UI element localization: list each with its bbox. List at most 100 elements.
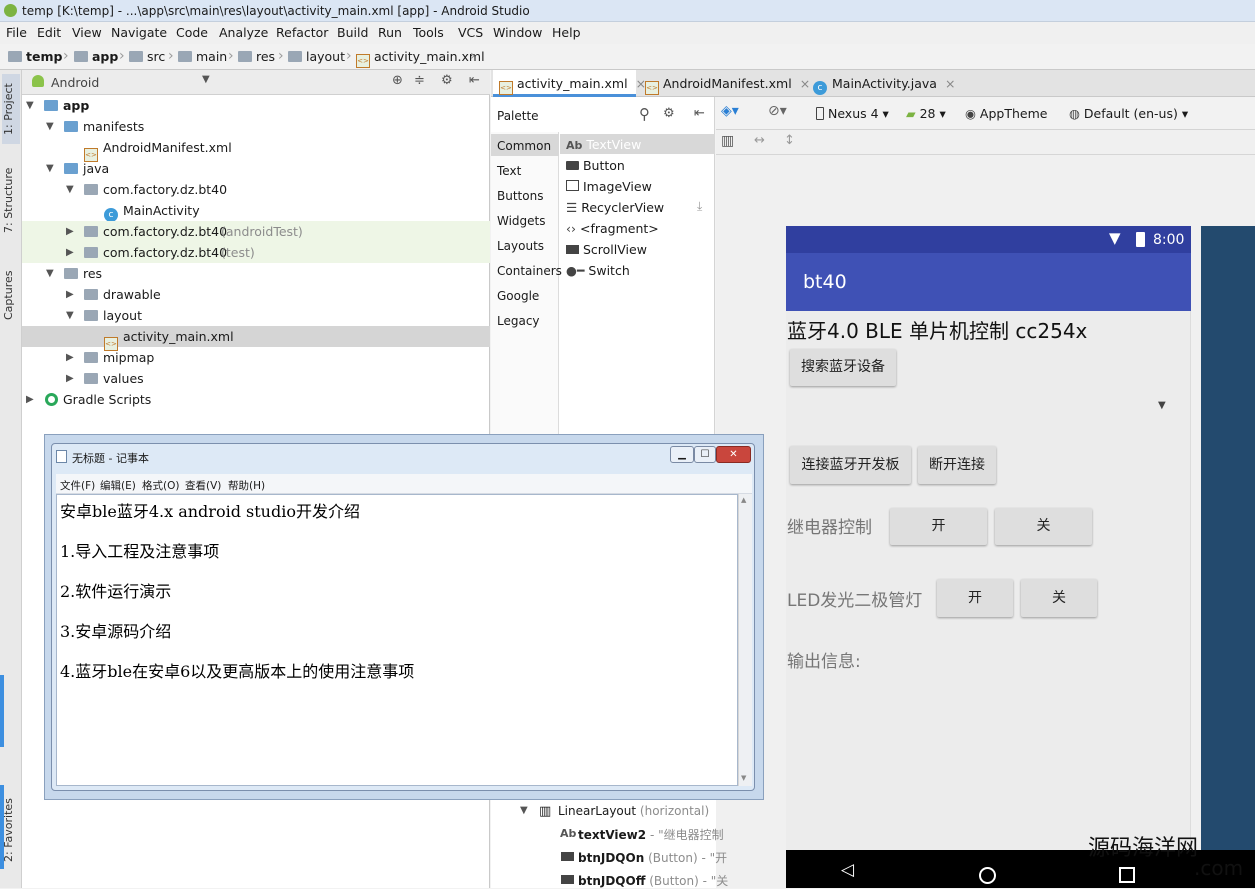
tree-item-java[interactable]: ▼ java [22, 158, 490, 179]
locale-selector[interactable]: ◍ Default (en-us) ▾ [1069, 106, 1188, 121]
scroll-down-icon[interactable]: ▼ [741, 774, 746, 782]
tree-item-androidmanifest[interactable]: <> AndroidManifest.xml [22, 137, 490, 162]
menu-tools[interactable]: Tools [413, 25, 444, 40]
tree-item-activity-main[interactable]: <> activity_main.xml [22, 326, 490, 351]
blueprint-off-icon[interactable]: ⊘▾ [768, 103, 787, 119]
captures-tool-tab[interactable]: Captures [2, 260, 20, 330]
project-tool-tab[interactable]: 1: Project [2, 74, 20, 144]
breadcrumb-layout[interactable]: layout [288, 49, 345, 64]
scroll-up-icon[interactable]: ▲ [741, 496, 746, 504]
menu-edit[interactable]: Edit [37, 25, 61, 40]
breadcrumb-temp[interactable]: temp [8, 49, 62, 64]
spinner-dropdown-icon[interactable]: ▼ [1158, 400, 1166, 411]
search-icon[interactable]: ⚲ [639, 105, 650, 123]
tree-item-mainactivity[interactable]: c MainActivity [22, 200, 490, 222]
tree-item-res[interactable]: ▼ res [22, 263, 490, 284]
palette-category-text[interactable]: Text [497, 164, 521, 178]
palette-category-buttons[interactable]: Buttons [497, 189, 543, 203]
tree-btnjdqon[interactable]: btnJDQOn (Button) - "开 [578, 849, 727, 866]
structure-tool-tab[interactable]: 7: Structure [2, 160, 20, 240]
home-icon[interactable] [979, 867, 996, 884]
tree-item-values[interactable]: ▶ values [22, 368, 490, 389]
notepad-menu-file[interactable]: 文件(F) [60, 478, 95, 493]
tree-item-gradle-scripts[interactable]: ▶ Gradle Scripts [22, 389, 490, 410]
led-on-button[interactable]: 开 [937, 579, 1013, 617]
collapse-icon[interactable]: ≑ [414, 73, 425, 88]
led-off-button[interactable]: 关 [1021, 579, 1097, 617]
palette-item-scrollview[interactable]: ScrollView [566, 242, 647, 257]
breadcrumb-res[interactable]: res [238, 49, 275, 64]
search-bluetooth-button[interactable]: 搜索蓝牙设备 [790, 349, 896, 386]
chevron-down-icon[interactable]: ▼ [202, 74, 210, 85]
palette-item-button[interactable]: Button [566, 158, 625, 173]
api-selector[interactable]: ▰ 28 ▾ [906, 106, 946, 121]
menu-analyze[interactable]: Analyze [219, 25, 268, 40]
columns-icon[interactable]: ▥ [721, 133, 734, 149]
connect-board-button[interactable]: 连接蓝牙开发板 [790, 446, 911, 484]
tree-textview2[interactable]: textView2 - "继电器控制 [578, 826, 724, 843]
notepad-text-area[interactable]: 安卓ble蓝牙4.x android studio开发介绍 1.导入工程及注意事… [56, 494, 738, 786]
palette-item-imageview[interactable]: ImageView [566, 179, 652, 194]
breadcrumb-main[interactable]: main [178, 49, 227, 64]
tree-item-package[interactable]: ▼ com.factory.dz.bt40 [22, 179, 490, 200]
notepad-menu-view[interactable]: 查看(V) [185, 478, 221, 493]
close-icon[interactable]: × [945, 76, 955, 91]
tab-activity-main[interactable]: <> activity_main.xml × [493, 70, 646, 97]
menu-code[interactable]: Code [176, 25, 208, 40]
menu-vcs[interactable]: VCS [458, 25, 483, 40]
minimize-button[interactable]: ▁ [670, 446, 694, 463]
relay-on-button[interactable]: 开 [890, 508, 987, 545]
device-selector[interactable]: Nexus 4 ▾ [816, 106, 889, 121]
download-icon[interactable]: ⤓ [697, 199, 702, 214]
menu-file[interactable]: File [6, 25, 27, 40]
tree-item-package-test[interactable]: ▶ com.factory.dz.bt40 (test) [22, 242, 490, 263]
locate-icon[interactable]: ⊕ [392, 73, 403, 88]
notepad-menu-edit[interactable]: 编辑(E) [100, 478, 136, 493]
relay-off-button[interactable]: 关 [995, 508, 1092, 545]
palette-category-legacy[interactable]: Legacy [497, 314, 540, 328]
menu-navigate[interactable]: Navigate [111, 25, 167, 40]
palette-category-widgets[interactable]: Widgets [497, 214, 546, 228]
maximize-button[interactable]: ☐ [694, 446, 716, 463]
breadcrumb-src[interactable]: src [129, 49, 165, 64]
project-view-selector[interactable]: Android [51, 75, 99, 90]
tree-item-layout[interactable]: ▼ layout [22, 305, 490, 326]
palette-item-fragment[interactable]: ‹› <fragment> [566, 221, 659, 236]
palette-category-containers[interactable]: Containers [497, 264, 562, 278]
favorites-tool-tab[interactable]: 2: Favorites [2, 790, 20, 870]
menu-window[interactable]: Window [493, 25, 542, 40]
tree-item-drawable[interactable]: ▶ drawable [22, 284, 490, 305]
breadcrumb-app[interactable]: app [74, 49, 118, 64]
resize-vertical-icon[interactable]: ↕ [784, 133, 795, 148]
breadcrumb-activity-main[interactable]: <> activity_main.xml [356, 49, 485, 68]
hide-panel-icon[interactable]: ⇤ [469, 73, 480, 88]
layers-icon[interactable]: ◈▾ [721, 103, 739, 119]
theme-selector[interactable]: ◉ AppTheme [965, 106, 1047, 121]
tab-android-manifest[interactable]: <> AndroidManifest.xml × [639, 70, 810, 97]
menu-help[interactable]: Help [552, 25, 581, 40]
notepad-menu-format[interactable]: 格式(O) [142, 478, 179, 493]
tab-main-activity[interactable]: c MainActivity.java × [807, 70, 955, 97]
palette-category-google[interactable]: Google [497, 289, 539, 303]
notepad-scrollbar[interactable]: ▲ ▼ [738, 494, 752, 786]
tree-item-manifests[interactable]: ▼ manifests [22, 116, 490, 137]
palette-category-layouts[interactable]: Layouts [497, 239, 544, 253]
notepad-menu-help[interactable]: 帮助(H) [228, 478, 265, 493]
disconnect-button[interactable]: 断开连接 [918, 446, 996, 484]
menu-run[interactable]: Run [378, 25, 402, 40]
tree-item-mipmap[interactable]: ▶ mipmap [22, 347, 490, 368]
close-button[interactable]: ✕ [716, 446, 751, 463]
chevron-down-icon[interactable]: ▼ [520, 805, 528, 816]
tree-item-package-androidtest[interactable]: ▶ com.factory.dz.bt40 (androidTest) [22, 221, 490, 242]
resize-horizontal-icon[interactable]: ↔ [754, 133, 765, 148]
tree-linearlayout[interactable]: LinearLayout (horizontal) [558, 804, 709, 818]
palette-category-common[interactable]: Common [497, 139, 551, 153]
menu-view[interactable]: View [72, 25, 102, 40]
gear-icon[interactable]: ⚙ [441, 73, 453, 88]
recents-icon[interactable] [1119, 867, 1135, 883]
tree-item-app[interactable]: ▼ app [22, 95, 490, 116]
palette-item-recyclerview[interactable]: ☰ RecyclerView [566, 200, 664, 215]
back-icon[interactable]: ◁ [841, 860, 854, 880]
palette-item-textview[interactable]: Ab TextView [566, 137, 641, 152]
hide-panel-icon[interactable]: ⇤ [694, 106, 705, 121]
